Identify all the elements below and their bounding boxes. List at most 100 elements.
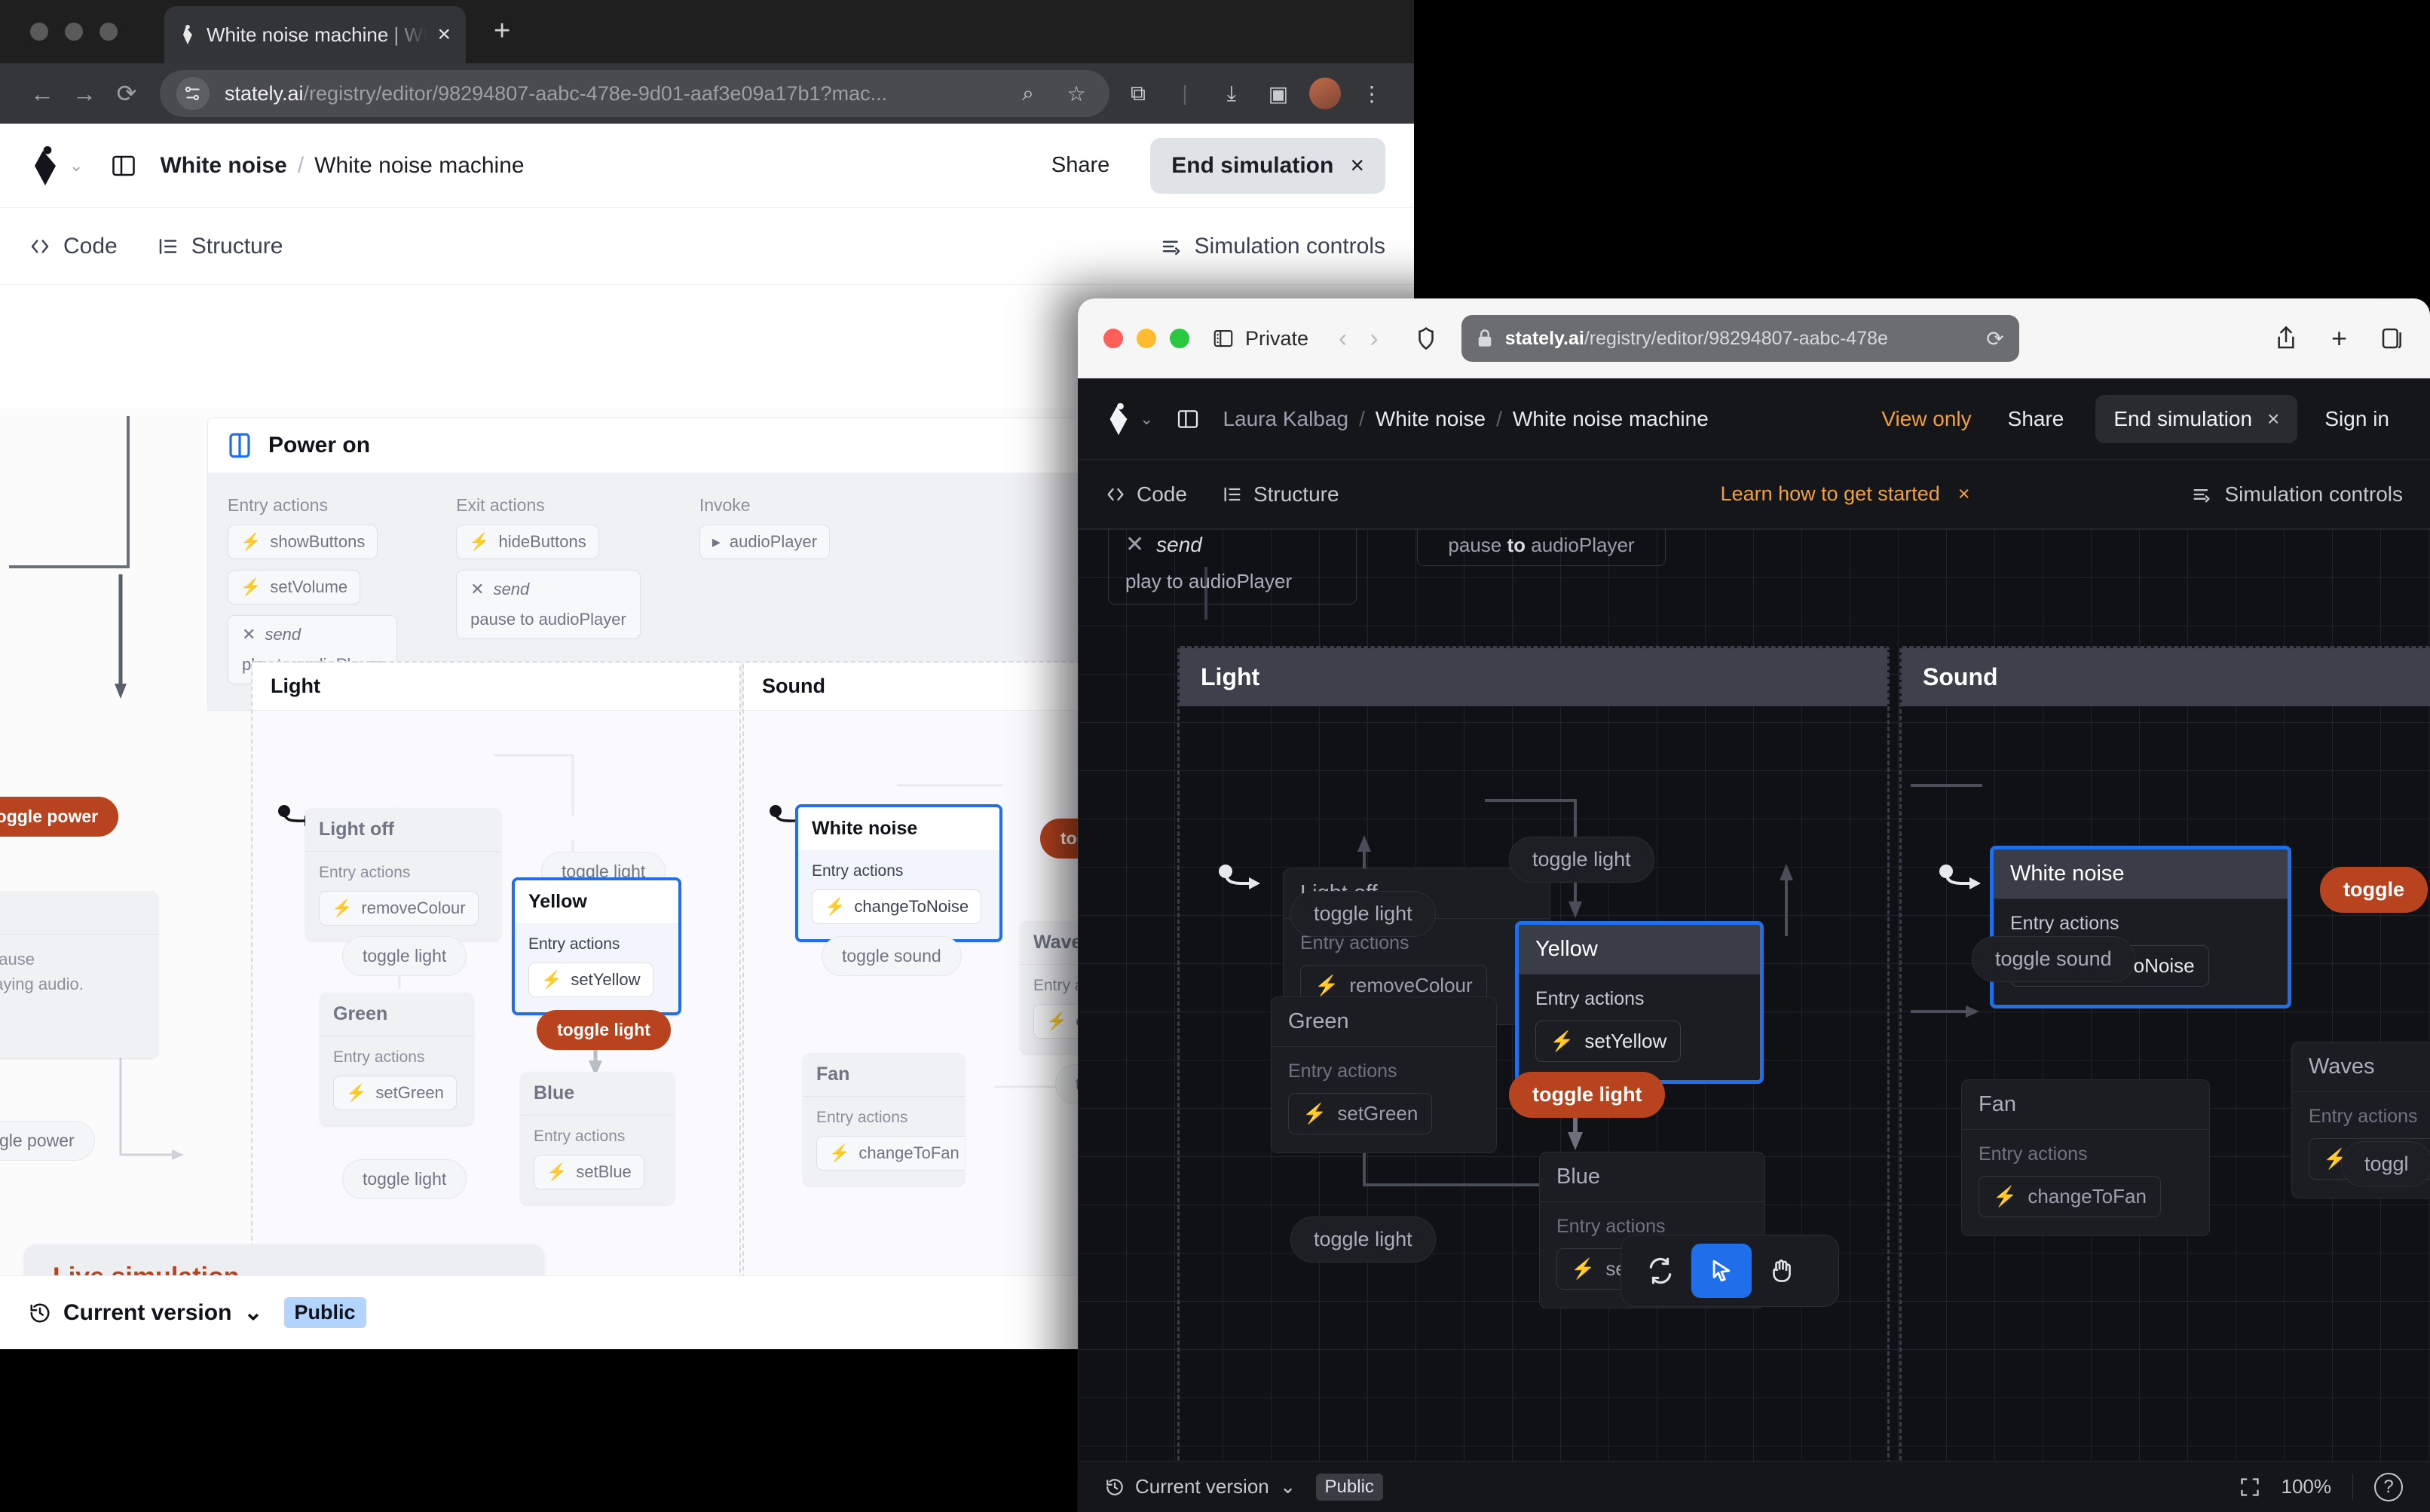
statechart-canvas-dark[interactable]: ✕ send play to audioPlayer pause to audio… bbox=[1078, 529, 2430, 1461]
tab-code[interactable]: Code bbox=[29, 234, 118, 259]
view-only-badge[interactable]: View only bbox=[1863, 407, 1989, 431]
event-sound-3[interactable]: toggl bbox=[2341, 1141, 2430, 1187]
version-selector[interactable]: Current version ⌄ bbox=[29, 1299, 263, 1326]
chevron-down-icon[interactable]: ⌄ bbox=[243, 1299, 262, 1326]
toggle-panel-icon[interactable] bbox=[110, 152, 137, 179]
send-action-chip[interactable]: ✕ send pause to audioPlayer bbox=[456, 570, 641, 639]
shield-icon[interactable] bbox=[1413, 326, 1439, 351]
close-icon[interactable]: × bbox=[1350, 152, 1364, 179]
zoom-icon[interactable]: ⌕ bbox=[1011, 81, 1045, 106]
event-toggle-light-2[interactable]: toggle light bbox=[1290, 891, 1436, 937]
foreground-safari-window[interactable]: Private ‹ › stately.ai/registry/editor/9… bbox=[1078, 298, 2430, 1512]
back-button[interactable]: ‹ bbox=[1339, 324, 1347, 354]
state-fan[interactable]: Fan Entry actions ⚡ changeToFan bbox=[803, 1053, 965, 1186]
breadcrumb-item-project[interactable]: White noise bbox=[1376, 407, 1486, 431]
forward-button[interactable]: › bbox=[1370, 324, 1378, 354]
event-toggle-light-1[interactable]: toggle light bbox=[1509, 837, 1654, 883]
maximize-window-button[interactable] bbox=[1170, 329, 1189, 348]
share-icon[interactable] bbox=[2274, 325, 2298, 352]
event-toggle-light-active[interactable]: toggle light bbox=[1509, 1072, 1666, 1118]
tab-structure[interactable]: Structure bbox=[1222, 482, 1339, 507]
action-chip[interactable]: ⚡ setVolume bbox=[228, 570, 361, 604]
window-traffic-lights[interactable] bbox=[30, 23, 118, 41]
event-sound-1[interactable]: toggle bbox=[2320, 867, 2428, 913]
pause-action-fragment[interactable]: pause to audioPlayer bbox=[1417, 529, 1666, 566]
breadcrumb-item-machine[interactable]: White noise machine bbox=[1513, 407, 1709, 431]
event-toggle-light-3[interactable]: toggle light bbox=[342, 1159, 467, 1199]
zoom-level-label[interactable]: 100% bbox=[2282, 1475, 2332, 1498]
event-toggle-power[interactable]: toggle power bbox=[0, 797, 119, 837]
breadcrumb-item-project[interactable]: White noise bbox=[160, 153, 286, 179]
end-simulation-button[interactable]: End simulation × bbox=[2095, 394, 2298, 443]
browser-tab-close-icon[interactable]: × bbox=[437, 23, 451, 46]
browser-tab[interactable]: White noise machine | White n × bbox=[164, 6, 466, 63]
action-chip[interactable]: ⚡ removeColour bbox=[319, 891, 479, 926]
state-green[interactable]: Green Entry actions ⚡ setGreen bbox=[1271, 996, 1497, 1153]
event-toggle-light-3[interactable]: toggle light bbox=[1290, 1217, 1436, 1263]
tabs-overview-icon[interactable] bbox=[2380, 326, 2404, 350]
address-bar[interactable]: stately.ai/registry/editor/98294807-aabc… bbox=[1461, 315, 2019, 362]
invoke-chip[interactable]: ▸ audioPlayer bbox=[699, 525, 831, 559]
state-note[interactable]: states because ike autoplaying audio. bbox=[0, 891, 158, 1058]
action-chip[interactable]: ⚡ showButtons bbox=[228, 525, 378, 559]
logo-chevron-down-icon[interactable]: ⌄ bbox=[69, 156, 83, 176]
state-fan[interactable]: Fan Entry actions ⚡ changeToFan bbox=[1961, 1079, 2210, 1236]
reset-tool-button[interactable] bbox=[1630, 1244, 1691, 1298]
forward-button[interactable]: → bbox=[63, 72, 106, 115]
pointer-tool-button[interactable] bbox=[1691, 1244, 1752, 1298]
tab-structure[interactable]: Structure bbox=[157, 234, 283, 259]
minimize-window-button[interactable] bbox=[1137, 329, 1156, 348]
breadcrumb-item-machine[interactable]: White noise machine bbox=[314, 153, 524, 179]
state-yellow[interactable]: Yellow Entry actions ⚡ setYellow bbox=[1515, 921, 1764, 1084]
action-chip[interactable]: ⚡ hideButtons bbox=[456, 525, 599, 559]
action-chip[interactable]: ⚡ changeToFan bbox=[1979, 1176, 2161, 1217]
hand-tool-button[interactable] bbox=[1752, 1244, 1812, 1298]
toggle-panel-icon[interactable] bbox=[1176, 407, 1200, 431]
new-tab-button[interactable]: + bbox=[494, 17, 510, 45]
private-mode-indicator[interactable]: Private bbox=[1212, 327, 1308, 350]
downloads-icon[interactable]: ⤓ bbox=[1210, 72, 1253, 115]
event-toggle-power-2[interactable]: toggle power bbox=[0, 1121, 95, 1161]
action-chip[interactable]: ⚡ setYellow bbox=[528, 963, 653, 997]
share-button[interactable]: Share bbox=[1032, 153, 1129, 178]
new-tab-button[interactable]: + bbox=[2331, 323, 2347, 354]
sign-in-button[interactable]: Sign in bbox=[2311, 407, 2403, 431]
visibility-badge[interactable]: Public bbox=[283, 1297, 366, 1328]
action-chip[interactable]: ⚡ changeToNoise bbox=[812, 889, 982, 924]
event-toggle-light-active[interactable]: toggle light bbox=[537, 1010, 671, 1050]
state-white-noise[interactable]: White noise Entry actions ⚡changeToNoise bbox=[1990, 846, 2291, 1009]
send-action-fragment[interactable]: ✕ send play to audioPlayer bbox=[1108, 529, 1357, 604]
logo-chevron-down-icon[interactable]: ⌄ bbox=[1140, 409, 1153, 429]
end-simulation-button[interactable]: End simulation × bbox=[1150, 137, 1385, 194]
tab-code[interactable]: Code bbox=[1105, 482, 1187, 507]
extensions-icon[interactable]: ⧉ bbox=[1117, 72, 1159, 115]
state-white-noise[interactable]: White noise Entry actions ⚡changeToNoise bbox=[795, 804, 1002, 942]
share-button[interactable]: Share bbox=[1990, 407, 2083, 431]
state-green[interactable]: Green Entry actions ⚡ setGreen bbox=[320, 993, 474, 1125]
address-bar[interactable]: stately.ai/registry/editor/98294807-aabc… bbox=[160, 70, 1109, 117]
event-toggle-sound[interactable]: toggle sound bbox=[822, 936, 962, 976]
state-yellow[interactable]: Yellow Entry actions ⚡ setYellow bbox=[512, 877, 681, 1015]
chrome-menu-icon[interactable]: ⋮ bbox=[1351, 72, 1393, 115]
close-icon[interactable]: × bbox=[2267, 407, 2279, 431]
event-toggle-sound[interactable]: toggle sound bbox=[1972, 936, 2135, 982]
version-selector[interactable]: Current version ⌄ bbox=[1105, 1475, 1296, 1498]
help-icon[interactable]: ? bbox=[2374, 1472, 2403, 1501]
close-window-button[interactable] bbox=[1103, 329, 1123, 348]
site-settings-icon[interactable] bbox=[176, 77, 210, 110]
stately-logo-icon[interactable] bbox=[29, 145, 62, 185]
side-panel-icon[interactable]: ▣ bbox=[1257, 72, 1299, 115]
action-chip[interactable]: ⚡ setGreen bbox=[1288, 1093, 1433, 1134]
back-button[interactable]: ← bbox=[21, 72, 63, 115]
simulation-controls-button[interactable]: Simulation controls bbox=[1160, 234, 1385, 259]
action-chip[interactable]: ⚡ setYellow bbox=[1535, 1021, 1682, 1062]
reload-button[interactable]: ⟳ bbox=[1986, 326, 2003, 351]
tool-palette-dark[interactable] bbox=[1621, 1235, 1839, 1307]
maximize-window-button[interactable] bbox=[99, 23, 118, 41]
chevron-down-icon[interactable]: ⌄ bbox=[1280, 1475, 1296, 1498]
state-light-off[interactable]: Light off Entry actions ⚡ removeColour bbox=[305, 808, 501, 941]
action-chip[interactable]: ⚡ setBlue bbox=[534, 1155, 644, 1189]
event-toggle-light-2[interactable]: toggle light bbox=[342, 936, 467, 976]
state-blue[interactable]: Blue Entry actions ⚡ setBlue bbox=[520, 1072, 675, 1204]
breadcrumb-item-user[interactable]: Laura Kalbag bbox=[1223, 407, 1348, 431]
